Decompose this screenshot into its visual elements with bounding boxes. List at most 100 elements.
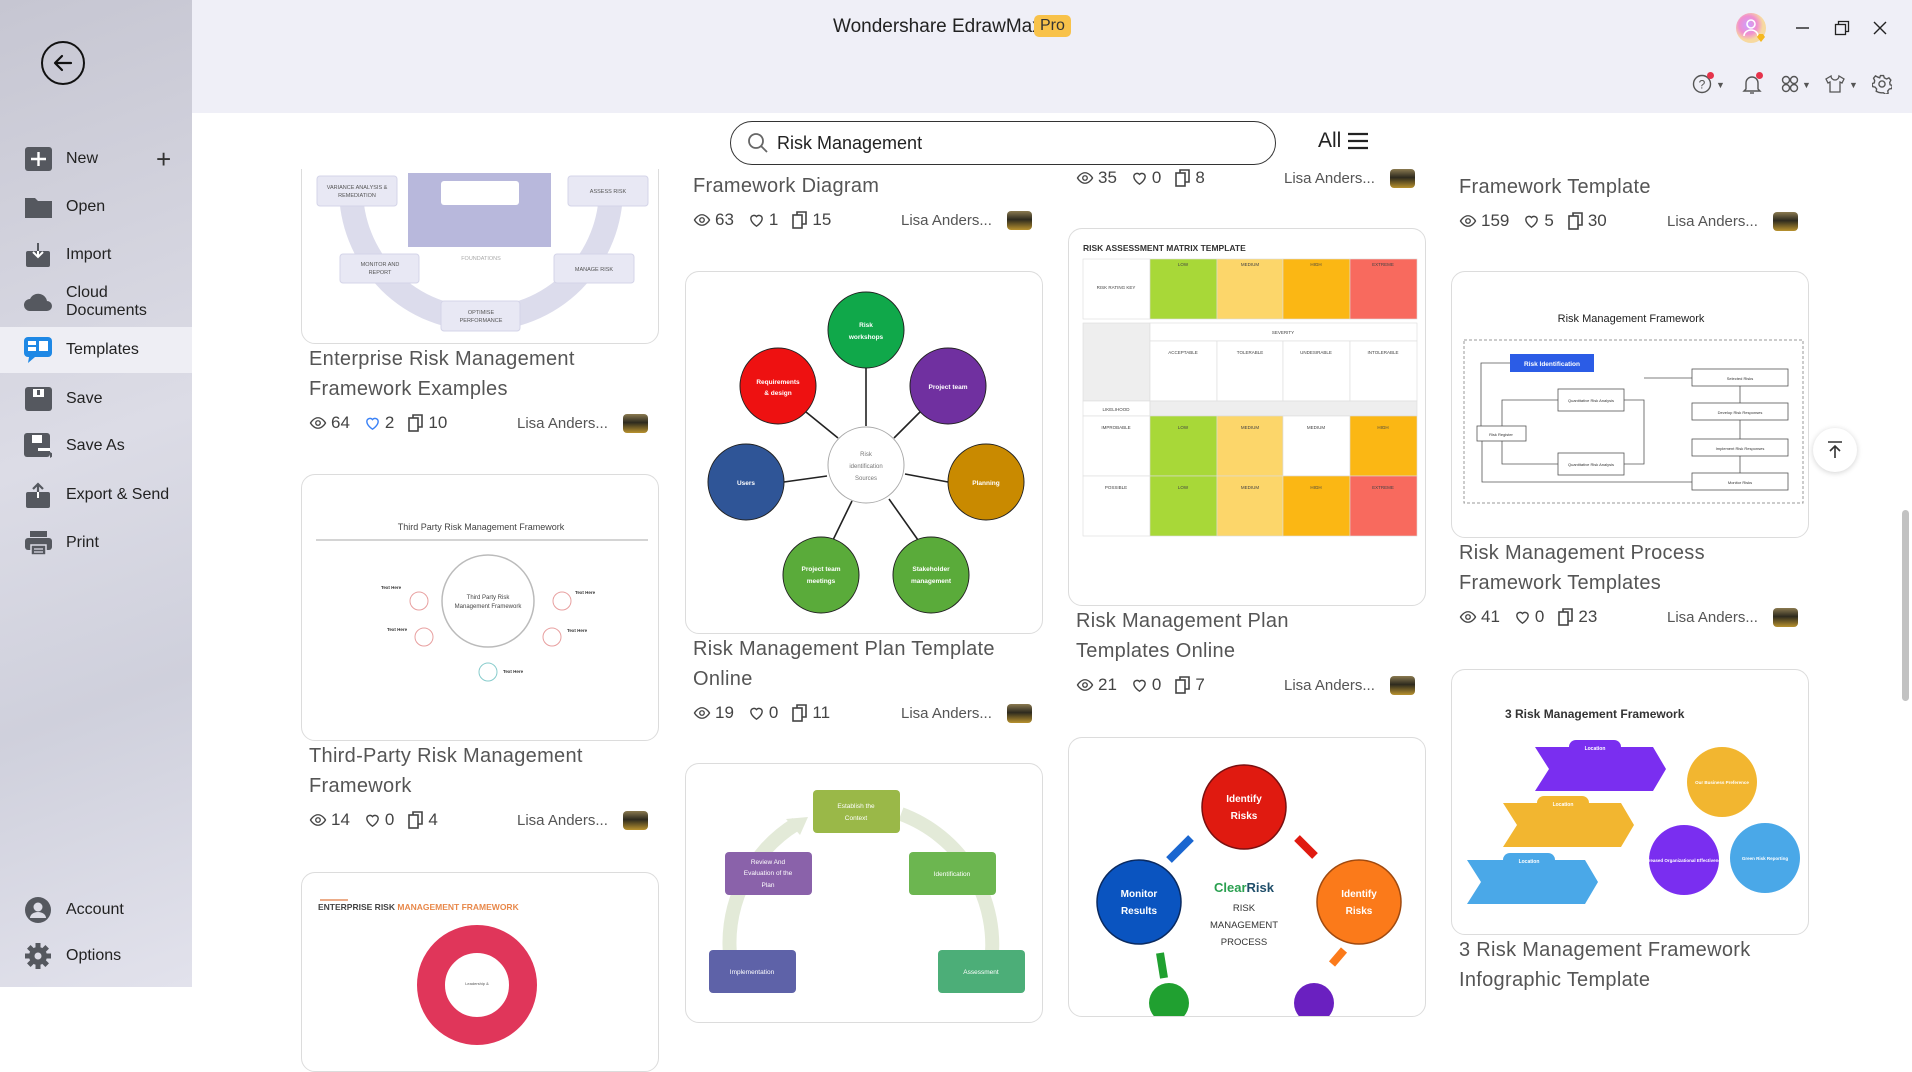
sidebar-item-account[interactable]: Account	[0, 887, 192, 933]
svg-text:Plan: Plan	[761, 882, 774, 889]
author-name[interactable]: Lisa Anders...	[1284, 170, 1375, 187]
svg-text:?: ?	[1699, 78, 1706, 92]
eye-icon	[1459, 611, 1477, 623]
copies-count: 7	[1175, 675, 1205, 695]
author-avatar[interactable]	[1390, 169, 1415, 188]
three-framework-infographic-preview: 3 Risk Management Framework Location Loca…	[1467, 707, 1800, 904]
author-name[interactable]: Lisa Anders...	[1284, 677, 1375, 694]
svg-text:VARIANCE ANALYSIS &: VARIANCE ANALYSIS &	[327, 185, 388, 191]
pro-badge: Pro	[1034, 15, 1071, 37]
template-card[interactable]: RISK ASSESSMENT MATRIX TEMPLATE LOW MEDIU…	[1068, 228, 1426, 700]
sidebar-item-import[interactable]: Import	[0, 232, 192, 278]
sidebar-item-cloud-documents[interactable]: Cloud Documents	[0, 279, 192, 325]
search-bar-area: All	[192, 113, 1902, 169]
template-title[interactable]: Risk Management Process Framework Templat…	[1451, 538, 1809, 598]
template-card[interactable]: ENTERPRISE RISK MANAGEMENT FRAMEWORK Lea…	[301, 872, 659, 1072]
template-card[interactable]: Identify Risks Identify Risks Monitor Resul…	[1068, 737, 1426, 1017]
copy-icon	[1558, 608, 1574, 626]
template-thumbnail[interactable]: Third Party Risk Management Framework Th…	[301, 474, 659, 741]
svg-text:Establish the: Establish the	[837, 803, 875, 810]
template-card[interactable]: Establish the Context Review And Evaluatio…	[685, 763, 1043, 1023]
copy-icon	[408, 811, 424, 829]
close-button[interactable]	[1868, 16, 1892, 40]
author-avatar[interactable]	[1773, 608, 1798, 627]
sidebar-item-export-send[interactable]: Export & Send	[0, 472, 192, 518]
template-thumbnail[interactable]: Establish the Context Review And Evaluatio…	[685, 763, 1043, 1023]
author-avatar[interactable]	[1007, 704, 1032, 723]
likes-count[interactable]: 5	[1523, 211, 1554, 231]
author-name[interactable]: Lisa Anders...	[1667, 213, 1758, 230]
template-title[interactable]: Risk Management Plan Template Online	[685, 634, 1043, 694]
settings-button[interactable]	[1871, 73, 1893, 95]
svg-text:Develop Risk Responses: Develop Risk Responses	[1718, 410, 1763, 415]
author-avatar[interactable]	[623, 811, 648, 830]
user-avatar-icon	[1736, 13, 1766, 43]
sidebar-item-save-as[interactable]: Save As	[0, 423, 192, 469]
svg-text:Text Here: Text Here	[381, 585, 402, 590]
author-name[interactable]: Lisa Anders...	[901, 212, 992, 229]
likes-count[interactable]: 2	[364, 413, 394, 433]
search-box[interactable]	[730, 121, 1276, 165]
template-title[interactable]: Enterprise Risk Management Framework Exam…	[301, 344, 659, 404]
back-to-top-button[interactable]	[1813, 428, 1857, 472]
likes-count[interactable]: 0	[748, 703, 778, 723]
template-thumbnail[interactable]: Risk Management Framework Risk Identific…	[1451, 271, 1809, 538]
svg-text:Location: Location	[1585, 746, 1606, 752]
scrollbar-thumb[interactable]	[1902, 510, 1909, 701]
sidebar-item-open[interactable]: Open	[0, 184, 192, 230]
help-caret-icon[interactable]: ▼	[1716, 80, 1725, 90]
author-name[interactable]: Lisa Anders...	[517, 415, 608, 432]
svg-text:POSSIBLE: POSSIBLE	[1105, 485, 1127, 490]
author-name[interactable]: Lisa Anders...	[517, 812, 608, 829]
theme-button[interactable]	[1824, 73, 1846, 95]
sidebar-item-save[interactable]: Save	[0, 376, 192, 422]
new-plus-icon[interactable]: +	[156, 146, 171, 172]
likes-count[interactable]: 0	[364, 810, 394, 830]
template-thumbnail[interactable]: RISK ASSESSMENT MATRIX TEMPLATE LOW MEDIU…	[1068, 228, 1426, 606]
svg-text:meetings: meetings	[807, 578, 836, 585]
minimize-button[interactable]	[1790, 16, 1814, 40]
svg-text:Monitor: Monitor	[1121, 889, 1158, 900]
author-avatar[interactable]	[623, 414, 648, 433]
svg-text:IMPROBABLE: IMPROBABLE	[1101, 425, 1130, 430]
template-thumbnail[interactable]: 3 Risk Management Framework Location Loca…	[1451, 669, 1809, 935]
svg-text:Risk Register: Risk Register	[1489, 432, 1513, 437]
restore-button[interactable]	[1830, 16, 1854, 40]
filter-all-button[interactable]: All	[1318, 129, 1369, 153]
svg-text:ENTERPRISE RISK MANAGEMENT FRA: ENTERPRISE RISK MANAGEMENT FRAMEWORK	[318, 902, 520, 912]
apps-caret-icon[interactable]: ▼	[1802, 80, 1811, 90]
likes-count[interactable]: 0	[1131, 675, 1161, 695]
template-thumbnail[interactable]: ENTERPRISE RISK MANAGEMENT FRAMEWORK Lea…	[301, 872, 659, 1072]
author-avatar[interactable]	[1007, 211, 1032, 230]
author-avatar[interactable]	[1773, 212, 1798, 231]
apps-button[interactable]	[1779, 73, 1801, 95]
template-title[interactable]: 3 Risk Management Framework Infographic T…	[1451, 935, 1809, 995]
template-card[interactable]: 3 Risk Management Framework Location Loca…	[1451, 669, 1809, 995]
template-card[interactable]: Risk identification Sources Risk workshops …	[685, 271, 1043, 728]
heart-icon	[366, 417, 379, 430]
sidebar-item-templates[interactable]: Templates	[0, 327, 192, 373]
likes-count[interactable]: 0	[1131, 168, 1161, 188]
search-input[interactable]	[777, 132, 1237, 154]
likes-count[interactable]: 1	[748, 210, 778, 230]
theme-caret-icon[interactable]: ▼	[1849, 80, 1858, 90]
template-thumbnail[interactable]: Identify Risks Identify Risks Monitor Resul…	[1068, 737, 1426, 1017]
sidebar-item-new[interactable]: New +	[0, 136, 192, 182]
sidebar-item-options[interactable]: Options	[0, 933, 192, 979]
svg-text:Leadership &: Leadership &	[465, 981, 489, 986]
author-name[interactable]: Lisa Anders...	[1667, 609, 1758, 626]
user-avatar[interactable]	[1735, 12, 1769, 46]
template-card[interactable]: Third Party Risk Management Framework Th…	[301, 474, 659, 835]
svg-text:Quantitative Risk Analysis: Quantitative Risk Analysis	[1568, 398, 1614, 403]
author-name[interactable]: Lisa Anders...	[901, 705, 992, 722]
template-title[interactable]: Third-Party Risk Management Framework	[301, 741, 659, 801]
sidebar-item-print[interactable]: Print	[0, 520, 192, 566]
template-title[interactable]: Risk Management Plan Templates Online	[1068, 606, 1426, 666]
template-card[interactable]: Risk Management Framework Risk Identific…	[1451, 271, 1809, 632]
author-avatar[interactable]	[1390, 676, 1415, 695]
svg-text:FOUNDATIONS: FOUNDATIONS	[461, 256, 501, 262]
template-thumbnail[interactable]: Risk identification Sources Risk workshops …	[685, 271, 1043, 634]
enterprise-risk-framework-preview: ENTERPRISE RISK MANAGEMENT FRAMEWORK Lea…	[318, 899, 537, 1045]
likes-count[interactable]: 0	[1514, 607, 1544, 627]
back-button[interactable]	[41, 41, 85, 85]
